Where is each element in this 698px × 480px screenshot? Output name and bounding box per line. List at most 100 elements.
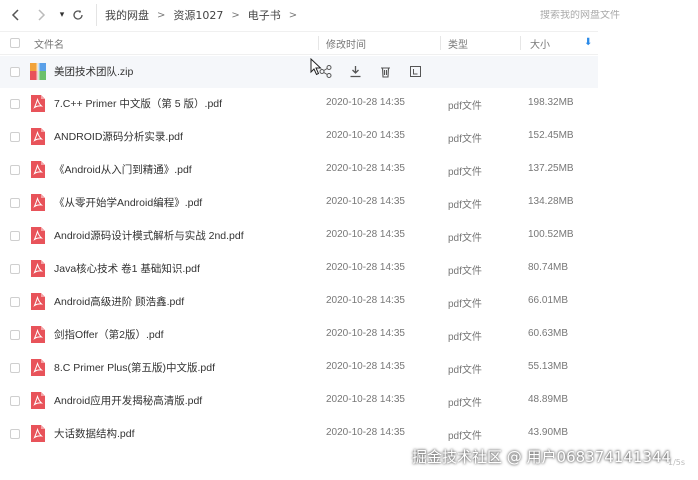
file-name[interactable]: Android高级进阶 顾浩鑫.pdf [54, 294, 184, 309]
more-icon [409, 65, 421, 77]
pdf-file-icon [31, 293, 45, 310]
breadcrumb-item[interactable]: 电子书 > [240, 7, 297, 23]
file-type: pdf文件 [448, 134, 482, 145]
pdf-file-icon [31, 95, 45, 112]
file-size: 66.01MB [528, 295, 569, 306]
sort-descending-icon[interactable]: ⬇ [584, 37, 592, 48]
file-row[interactable]: 8.C Primer Plus(第五版)中文版.pdf 2020-10-28 14… [0, 352, 598, 384]
more-button[interactable] [408, 64, 422, 78]
breadcrumb: 我的网盘 > 资源1027 > 电子书 > [96, 4, 526, 26]
file-row[interactable]: 7.C++ Primer 中文版（第 5 版）.pdf 2020-10-28 14… [0, 88, 598, 120]
column-header-modified[interactable]: 修改时间 [326, 32, 366, 54]
file-name[interactable]: 7.C++ Primer 中文版（第 5 版）.pdf [54, 96, 222, 111]
file-type: pdf文件 [448, 101, 482, 112]
file-size: 55.13MB [528, 361, 569, 372]
file-size: 80.74MB [528, 262, 569, 273]
file-type: pdf文件 [448, 332, 482, 343]
back-button[interactable] [6, 5, 26, 25]
refresh-button[interactable] [68, 5, 88, 25]
column-divider [520, 36, 521, 50]
mouse-cursor-icon [310, 58, 322, 76]
file-name[interactable]: 《Android从入门到精通》.pdf [54, 162, 192, 177]
file-type: pdf文件 [448, 233, 482, 244]
right-blank-panel [598, 30, 698, 480]
pdf-file-icon [31, 425, 45, 442]
search-input[interactable] [540, 9, 680, 21]
row-checkbox[interactable] [10, 132, 20, 142]
file-row[interactable]: ANDROID源码分析实录.pdf 2020-10-20 14:35 pdf文件 15… [0, 121, 598, 153]
file-modified: 2020-10-20 14:35 [326, 130, 405, 141]
file-name[interactable]: Java核心技术 卷1 基础知识.pdf [54, 261, 200, 276]
top-toolbar: ▾ 我的网盘 > 资源1027 > 电子书 > [0, 0, 698, 30]
row-checkbox[interactable] [10, 198, 20, 208]
frame-tag: 1/5s [668, 458, 686, 467]
row-checkbox[interactable] [10, 363, 20, 373]
file-modified: 2020-10-28 14:35 [326, 328, 405, 339]
file-name[interactable]: 大话数据结构.pdf [54, 426, 135, 441]
file-name[interactable]: 美团技术团队.zip [54, 64, 133, 79]
file-type: pdf文件 [448, 398, 482, 409]
file-row[interactable]: 剑指Offer（第2版）.pdf 2020-10-28 14:35 pdf文件 60.… [0, 319, 598, 351]
delete-icon [380, 66, 390, 78]
file-size: 100.52MB [528, 229, 574, 240]
file-row-hovered[interactable]: 美团技术团队.zip [0, 56, 598, 88]
file-size: 43.90MB [528, 427, 569, 438]
download-button[interactable] [348, 64, 362, 78]
file-row[interactable]: 《Android从入门到精通》.pdf 2020-10-28 14:35 pdf文件… [0, 154, 598, 186]
file-modified: 2020-10-28 14:35 [326, 196, 405, 207]
breadcrumb-item[interactable]: 我的网盘 > [97, 7, 165, 23]
file-size: 60.63MB [528, 328, 569, 339]
file-type: pdf文件 [448, 365, 482, 376]
breadcrumb-label[interactable]: 我的网盘 [105, 7, 149, 23]
file-modified: 2020-10-28 14:35 [326, 394, 405, 405]
file-name[interactable]: Android源码设计模式解析与实战 2nd.pdf [54, 228, 244, 243]
breadcrumb-label[interactable]: 资源1027 [173, 7, 223, 23]
file-name[interactable]: 剑指Offer（第2版）.pdf [54, 327, 164, 342]
column-divider [318, 36, 319, 50]
row-checkbox[interactable] [10, 330, 20, 340]
file-name[interactable]: 《从零开始学Android编程》.pdf [54, 195, 202, 210]
row-checkbox[interactable] [10, 429, 20, 439]
row-checkbox[interactable] [10, 99, 20, 109]
file-name[interactable]: ANDROID源码分析实录.pdf [54, 129, 183, 144]
row-checkbox[interactable] [10, 264, 20, 274]
delete-button[interactable] [378, 64, 392, 78]
search-box[interactable] [532, 4, 692, 26]
breadcrumb-item[interactable]: 资源1027 > [165, 7, 239, 23]
row-checkbox[interactable] [10, 297, 20, 307]
chevron-right-icon: > [231, 9, 240, 21]
forward-button[interactable] [31, 5, 51, 25]
chevron-right-icon: > [288, 9, 298, 21]
pdf-file-icon [31, 359, 45, 376]
column-header-size[interactable]: 大小 [530, 32, 550, 54]
row-checkbox[interactable] [10, 67, 20, 77]
file-type: pdf文件 [448, 299, 482, 310]
file-name[interactable]: Android应用开发揭秘高清版.pdf [54, 393, 202, 408]
pdf-file-icon [31, 194, 45, 211]
file-row[interactable]: Java核心技术 卷1 基础知识.pdf 2020-10-28 14:35 pdf文… [0, 253, 598, 285]
file-row[interactable]: 《从零开始学Android编程》.pdf 2020-10-28 14:35 pdf文… [0, 187, 598, 219]
column-header-name[interactable]: 文件名 [34, 32, 64, 54]
chevron-right-icon: > [157, 9, 166, 21]
file-name[interactable]: 8.C Primer Plus(第五版)中文版.pdf [54, 360, 215, 375]
pdf-file-icon [31, 260, 45, 277]
file-type: pdf文件 [448, 266, 482, 277]
row-checkbox[interactable] [10, 165, 20, 175]
chevron-right-icon [38, 9, 46, 21]
file-row[interactable]: Android高级进阶 顾浩鑫.pdf 2020-10-28 14:35 pdf文件… [0, 286, 598, 318]
file-modified: 2020-10-28 14:35 [326, 295, 405, 306]
row-actions [318, 64, 438, 78]
zip-archive-icon [30, 63, 46, 80]
breadcrumb-label[interactable]: 电子书 [248, 7, 281, 23]
file-row[interactable]: Android应用开发揭秘高清版.pdf 2020-10-28 14:35 pdf文… [0, 385, 598, 417]
watermark-text: 掘金技术社区 @ 用户068374141344 [412, 448, 672, 466]
file-row[interactable]: Android源码设计模式解析与实战 2nd.pdf 2020-10-28 14:… [0, 220, 598, 252]
row-checkbox[interactable] [10, 231, 20, 241]
pdf-file-icon [31, 392, 45, 409]
select-all-checkbox[interactable] [10, 32, 20, 54]
pdf-file-icon [31, 128, 45, 145]
row-checkbox[interactable] [10, 396, 20, 406]
column-header-type[interactable]: 类型 [448, 32, 468, 54]
file-modified: 2020-10-28 14:35 [326, 97, 405, 108]
file-list-header: 文件名 修改时间 类型 大小 ⬇ [0, 31, 598, 55]
